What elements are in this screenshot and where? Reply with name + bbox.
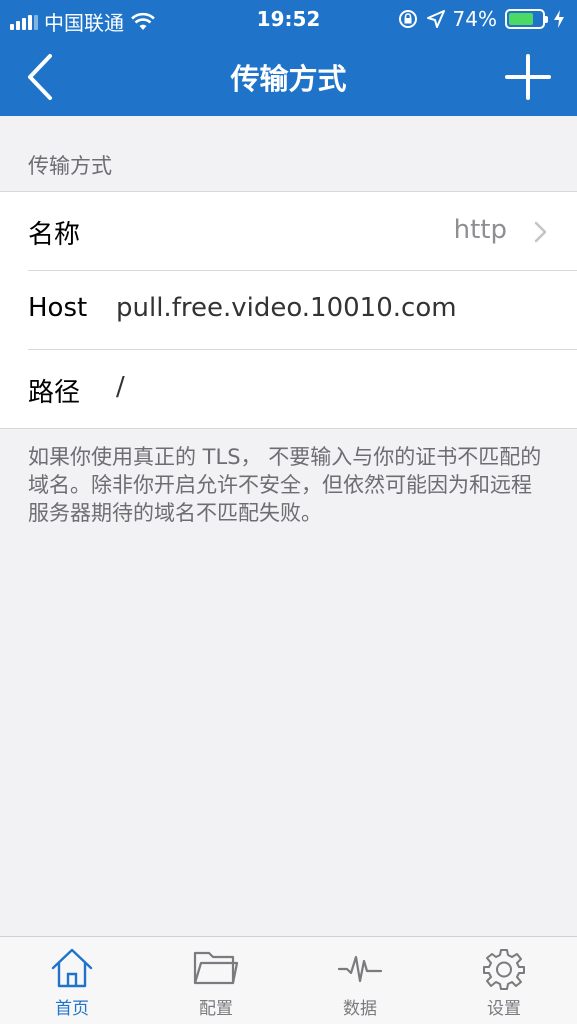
battery-level: [509, 13, 533, 25]
status-right: 74%: [397, 7, 565, 31]
header-bar: 中国联通 19:52 74% 传输方式: [0, 0, 577, 116]
name-value: http: [453, 215, 507, 245]
section-header: 传输方式: [28, 154, 112, 178]
navigation-bar: 传输方式: [0, 38, 577, 116]
tab-settings-label: 设置: [487, 999, 521, 1019]
home-icon: [51, 948, 93, 988]
chevron-right-icon: [534, 221, 547, 243]
location-icon: [426, 10, 445, 28]
battery-percent: 74%: [452, 7, 497, 31]
battery-icon: [505, 9, 548, 29]
charging-icon: [554, 10, 564, 28]
section-footer-note: 如果你使用真正的 TLS， 不要输入与你的证书不匹配的域名。除非你开启允许不安全…: [28, 445, 542, 525]
name-label: 名称: [28, 220, 81, 250]
add-button[interactable]: [503, 52, 553, 102]
path-field[interactable]: /: [116, 372, 125, 402]
rotation-lock-icon: [398, 10, 417, 28]
tab-data-label: 数据: [343, 999, 377, 1019]
waveform-icon: [337, 955, 383, 983]
host-row[interactable]: Host pull.free.video.10010.com: [0, 271, 577, 350]
tab-home[interactable]: 首页: [0, 937, 144, 1024]
tab-data[interactable]: 数据: [288, 937, 432, 1024]
settings-group: 名称 http Host pull.free.video.10010.com 路…: [0, 191, 577, 429]
folder-icon: [193, 951, 239, 985]
tab-home-label: 首页: [55, 999, 89, 1019]
tab-settings[interactable]: 设置: [432, 937, 576, 1024]
gear-icon: [483, 949, 525, 990]
path-label: 路径: [28, 378, 81, 408]
tab-bar: 首页 配置 数据 设置: [0, 936, 577, 1024]
tab-config-label: 配置: [199, 999, 233, 1019]
plus-icon: [505, 54, 551, 100]
path-row[interactable]: 路径 /: [0, 350, 577, 429]
tab-config[interactable]: 配置: [144, 937, 288, 1024]
name-row[interactable]: 名称 http: [0, 192, 577, 271]
status-bar: 中国联通 19:52 74%: [0, 0, 577, 38]
page-title: 传输方式: [230, 62, 347, 96]
host-field[interactable]: pull.free.video.10010.com: [116, 293, 457, 323]
host-label: Host: [28, 293, 88, 323]
